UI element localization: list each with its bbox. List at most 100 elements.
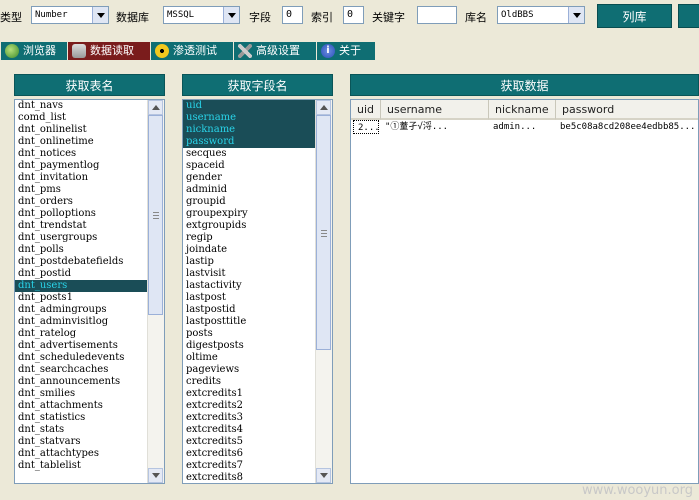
list-item[interactable]: dnt_users	[15, 280, 164, 292]
list-item[interactable]: extcredits8	[183, 472, 332, 483]
list-item[interactable]: dnt_orders	[15, 196, 164, 208]
list-item[interactable]: joindate	[183, 244, 332, 256]
list-item[interactable]: username	[183, 112, 332, 124]
tab-pentest[interactable]: 渗透测试	[151, 42, 233, 60]
list-item[interactable]: dnt_polls	[15, 244, 164, 256]
table-cell[interactable]: "①蕫孑√浖...	[381, 120, 489, 134]
list-item[interactable]: dnt_postid	[15, 268, 164, 280]
list-item[interactable]: dnt_usergroups	[15, 232, 164, 244]
table-cell[interactable]: admin...	[489, 120, 556, 134]
field-label: 字段	[249, 11, 271, 24]
index-input[interactable]: 0	[343, 6, 364, 24]
chevron-down-icon[interactable]	[223, 7, 239, 23]
list-item[interactable]: nickname	[183, 124, 332, 136]
list-item[interactable]: dnt_announcements	[15, 376, 164, 388]
list-item[interactable]: extcredits7	[183, 460, 332, 472]
fields-scrollbar[interactable]	[315, 100, 332, 483]
chevron-down-icon[interactable]	[568, 7, 584, 23]
tab-about[interactable]: i 关于	[317, 42, 375, 60]
table-cell[interactable]: be5c08a8cd208ee4edbb85...	[556, 120, 698, 134]
list-item[interactable]: dnt_ratelog	[15, 328, 164, 340]
type-select[interactable]: Number	[31, 6, 109, 24]
list-item[interactable]: digestposts	[183, 340, 332, 352]
list-item[interactable]: dnt_polloptions	[15, 208, 164, 220]
list-item[interactable]: posts	[183, 328, 332, 340]
list-item[interactable]: groupid	[183, 196, 332, 208]
list-item[interactable]: adminid	[183, 184, 332, 196]
list-item[interactable]: dnt_onlinetime	[15, 136, 164, 148]
list-item[interactable]: secques	[183, 148, 332, 160]
tables-listbox[interactable]: dnt_navs comd_list dnt_onlinelist dnt_onlin…	[14, 99, 165, 484]
list-item[interactable]: dnt_statvars	[15, 436, 164, 448]
list-item[interactable]: regip	[183, 232, 332, 244]
list-item[interactable]: lastvisit	[183, 268, 332, 280]
list-item[interactable]: gender	[183, 172, 332, 184]
list-item[interactable]: dnt_smilies	[15, 388, 164, 400]
scroll-down-icon[interactable]	[148, 468, 163, 483]
list-item[interactable]: dnt_pms	[15, 184, 164, 196]
tab-browser[interactable]: 浏览器	[1, 42, 67, 60]
list-item[interactable]: oltime	[183, 352, 332, 364]
scroll-thumb[interactable]	[148, 115, 163, 315]
list-item[interactable]: password	[183, 136, 332, 148]
list-item[interactable]: dnt_attachments	[15, 400, 164, 412]
list-item[interactable]: extcredits3	[183, 412, 332, 424]
list-item[interactable]: extcredits5	[183, 436, 332, 448]
list-item[interactable]: extcredits4	[183, 424, 332, 436]
list-item[interactable]: lastpostid	[183, 304, 332, 316]
list-databases-button[interactable]: 列库	[597, 4, 672, 28]
list-item[interactable]: extcredits1	[183, 388, 332, 400]
list-item[interactable]: dnt_trendstat	[15, 220, 164, 232]
tab-data-read[interactable]: 数据读取	[68, 42, 150, 60]
list-item[interactable]: dnt_advertisements	[15, 340, 164, 352]
data-grid[interactable]: uid username nickname password 2... "①蕫孑√浖..…	[350, 99, 699, 484]
list-item[interactable]: dnt_attachtypes	[15, 448, 164, 460]
list-item[interactable]: dnt_scheduledevents	[15, 352, 164, 364]
list-item[interactable]: dnt_notices	[15, 148, 164, 160]
column-header[interactable]: nickname	[489, 100, 556, 120]
dbname-select[interactable]: OldBBS	[497, 6, 585, 24]
field-input[interactable]: 0	[282, 6, 303, 24]
scroll-down-icon[interactable]	[316, 468, 331, 483]
list-item[interactable]: dnt_tablelist	[15, 460, 164, 472]
next-button[interactable]	[678, 4, 699, 28]
keyword-input[interactable]	[417, 6, 457, 24]
list-item[interactable]: extcredits2	[183, 400, 332, 412]
scroll-thumb[interactable]	[316, 115, 331, 350]
list-item[interactable]: dnt_postdebatefields	[15, 256, 164, 268]
list-item[interactable]: groupexpiry	[183, 208, 332, 220]
table-cell[interactable]: 2...	[353, 120, 379, 134]
list-item[interactable]: comd_list	[15, 112, 164, 124]
list-item[interactable]: dnt_onlinelist	[15, 124, 164, 136]
tab-advanced-settings[interactable]: 高级设置	[234, 42, 316, 60]
tables-scrollbar[interactable]	[147, 100, 164, 483]
list-item[interactable]: extcredits6	[183, 448, 332, 460]
list-item[interactable]: dnt_invitation	[15, 172, 164, 184]
list-item[interactable]: dnt_adminvisitlog	[15, 316, 164, 328]
column-header[interactable]: password	[556, 100, 698, 120]
list-item[interactable]: credits	[183, 376, 332, 388]
list-item[interactable]: dnt_paymentlog	[15, 160, 164, 172]
list-item[interactable]: dnt_statistics	[15, 412, 164, 424]
column-header[interactable]: username	[381, 100, 489, 120]
list-item[interactable]: lastpost	[183, 292, 332, 304]
list-item[interactable]: uid	[183, 100, 332, 112]
fields-listbox[interactable]: uid username nickname password secques spacei…	[182, 99, 333, 484]
scroll-up-icon[interactable]	[148, 100, 163, 115]
list-item[interactable]: spaceid	[183, 160, 332, 172]
list-item[interactable]: dnt_admingroups	[15, 304, 164, 316]
list-item[interactable]: extgroupids	[183, 220, 332, 232]
database-select[interactable]: MSSQL	[163, 6, 240, 24]
list-item[interactable]: dnt_stats	[15, 424, 164, 436]
list-item[interactable]: dnt_searchcaches	[15, 364, 164, 376]
list-item[interactable]: pageviews	[183, 364, 332, 376]
column-header[interactable]: uid	[351, 100, 381, 120]
list-item[interactable]: dnt_navs	[15, 100, 164, 112]
chevron-down-icon[interactable]	[92, 7, 108, 23]
list-item[interactable]: dnt_posts1	[15, 292, 164, 304]
scroll-up-icon[interactable]	[316, 100, 331, 115]
list-item[interactable]: lastposttitle	[183, 316, 332, 328]
list-item[interactable]: lastip	[183, 256, 332, 268]
tab-label: 浏览器	[23, 44, 56, 57]
list-item[interactable]: lastactivity	[183, 280, 332, 292]
